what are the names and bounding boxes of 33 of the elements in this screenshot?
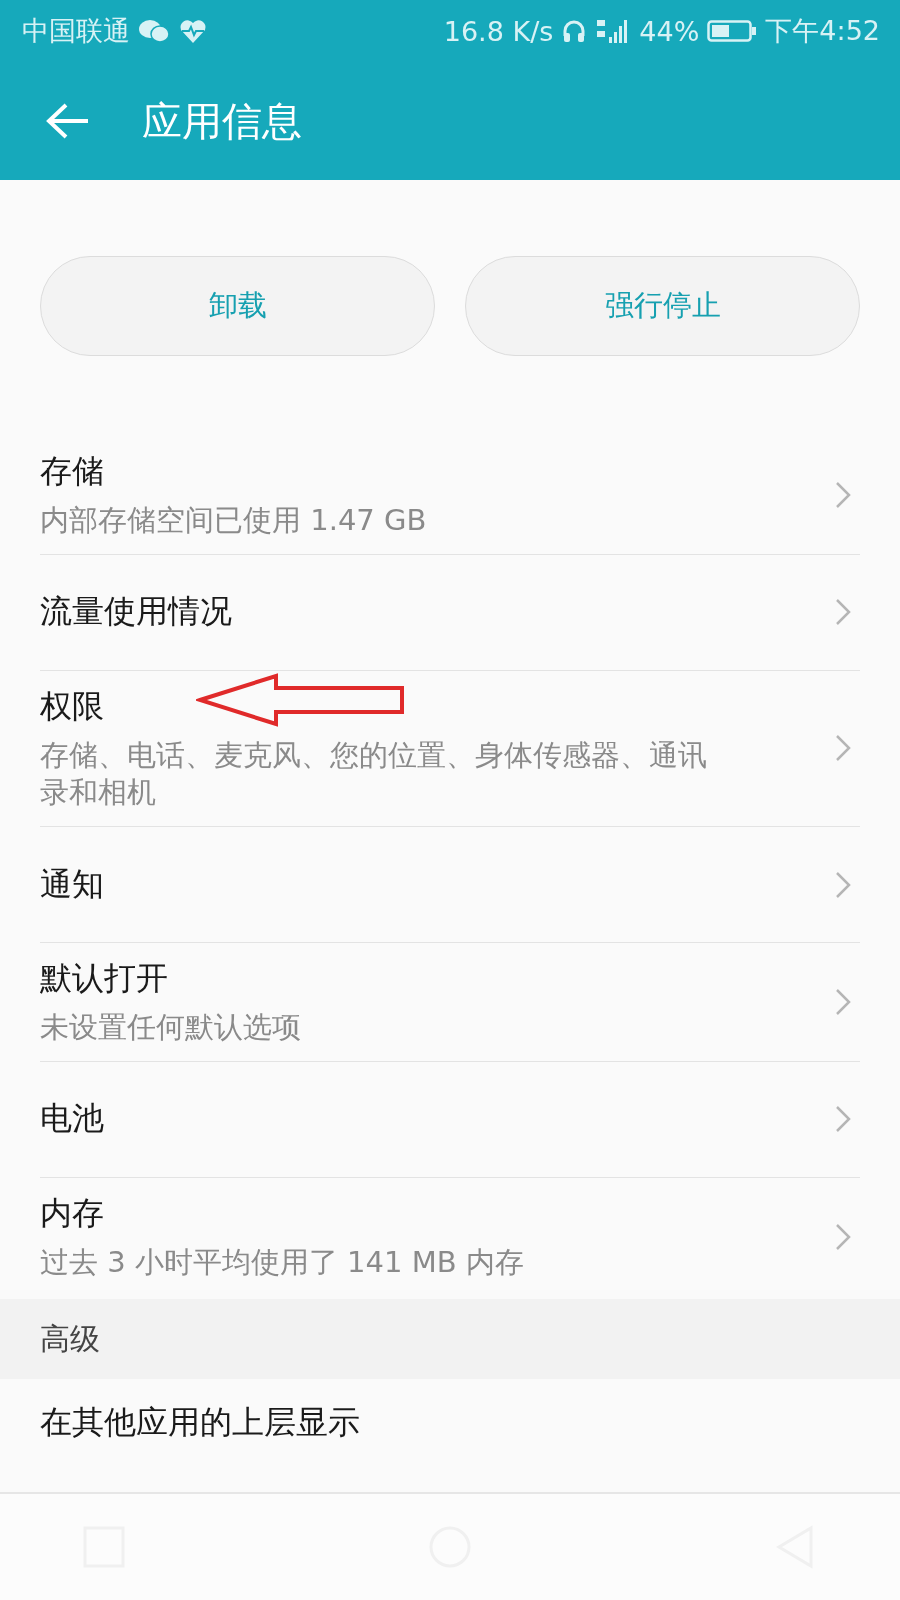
carrier-name: 中国联通 <box>22 14 130 48</box>
chat-icon <box>138 18 170 44</box>
row-title: 权限 <box>40 685 104 727</box>
chevron-icon <box>834 1221 852 1252</box>
row-title: 默认打开 <box>40 958 168 1000</box>
row-title: 在其他应用的上层显示 <box>40 1402 361 1444</box>
clock-time: 下午4:52 <box>765 14 880 48</box>
row-title: 内存 <box>40 1192 104 1234</box>
section-title: 高级 <box>40 1319 100 1358</box>
row-subtitle: 存储、电话、麦克风、您的位置、身体传感器、通讯录和相机 <box>40 736 708 812</box>
settings-row[interactable]: 默认打开 未设置任何默认选项 <box>40 943 860 1062</box>
network-speed: 16.8 K/s <box>443 15 554 47</box>
headphones-icon <box>561 18 588 44</box>
settings-row[interactable]: 存储 内部存储空间已使用 1.47 GB <box>40 436 860 555</box>
row-subtitle: 未设置任何默认选项 <box>40 1009 301 1047</box>
settings-row[interactable]: 权限 存储、电话、麦克风、您的位置、身体传感器、通讯录和相机 <box>40 670 860 828</box>
chevron-icon <box>834 986 852 1017</box>
settings-row[interactable]: 通知 <box>40 827 860 944</box>
chevron-icon <box>834 869 852 900</box>
row-subtitle: 内部存储空间已使用 1.47 GB <box>40 502 427 539</box>
screen-title: 应用信息 <box>142 96 302 146</box>
heart-icon <box>178 18 208 44</box>
settings-row[interactable]: 流量使用情况 <box>40 554 860 671</box>
battery-icon <box>707 19 758 43</box>
row-title: 存储 <box>40 451 104 492</box>
chevron-icon <box>834 479 852 510</box>
row-title: 电池 <box>40 1098 104 1140</box>
row-title: 流量使用情况 <box>40 591 232 633</box>
battery-percent: 44% <box>639 15 700 47</box>
settings-row[interactable]: 电池 <box>40 1061 860 1178</box>
row-title: 通知 <box>40 863 104 905</box>
settings-row[interactable]: 内存 过去 3 小时平均使用了 141 MB 内存 <box>40 1177 860 1296</box>
row-subtitle: 过去 3 小时平均使用了 141 MB 内存 <box>40 1243 524 1281</box>
